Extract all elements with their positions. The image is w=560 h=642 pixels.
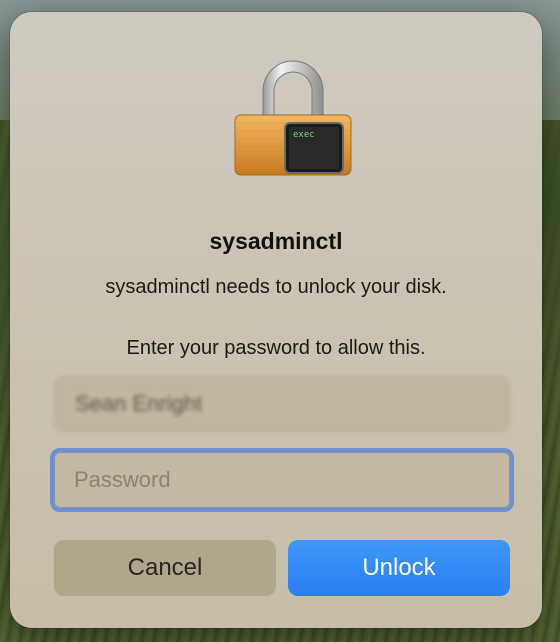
dialog-title: sysadminctl: [209, 228, 343, 254]
terminal-badge-text: exec: [293, 130, 315, 140]
unlock-button[interactable]: Unlock: [288, 540, 510, 596]
cancel-button[interactable]: Cancel: [54, 540, 276, 596]
lock-with-terminal-icon: exec: [234, 60, 352, 176]
dialog-message: sysadminctl needs to unlock your disk.: [105, 276, 447, 298]
password-field[interactable]: [50, 448, 514, 512]
dialog-instruction: Enter your password to allow this.: [126, 337, 426, 359]
username-field[interactable]: [54, 376, 510, 432]
authentication-dialog: exec sysadminctl sysadminctl needs to un…: [10, 12, 542, 628]
